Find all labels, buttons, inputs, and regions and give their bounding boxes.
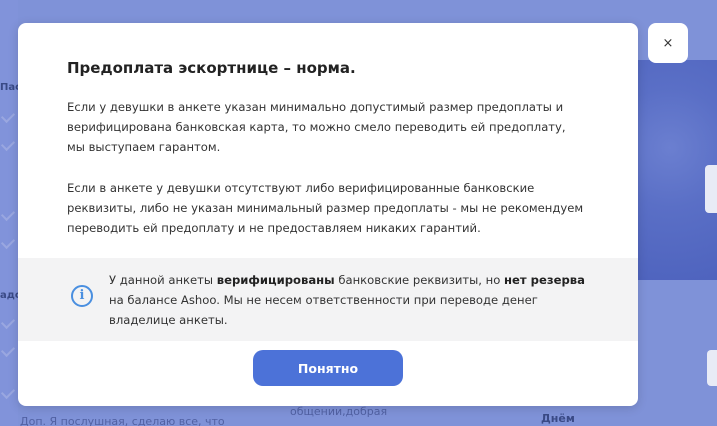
notice-box: i У данной анкеты верифицированы банковс… — [18, 258, 638, 341]
background-text: общении,добрая — [290, 405, 388, 418]
background-side-panel — [707, 350, 717, 386]
info-icon: i — [71, 285, 93, 307]
close-button[interactable]: × — [648, 23, 688, 63]
modal-paragraph: Если у девушки в анкете указан минимальн… — [67, 100, 566, 154]
background-side-panel — [705, 165, 717, 213]
background-text: Доп. Я послушная, сделаю все, что — [20, 415, 225, 426]
modal-title: Предоплата эскортнице – норма. — [67, 59, 356, 77]
modal-paragraph: Если в анкете у девушки отсутствуют либо… — [67, 181, 584, 235]
close-icon: × — [662, 35, 674, 51]
notice-text: У данной анкеты верифицированы банковски… — [109, 273, 585, 327]
prepayment-modal: Предоплата эскортнице – норма. Если у де… — [18, 23, 638, 406]
background-label: Днём — [541, 412, 575, 425]
understood-button[interactable]: Понятно — [253, 350, 403, 386]
